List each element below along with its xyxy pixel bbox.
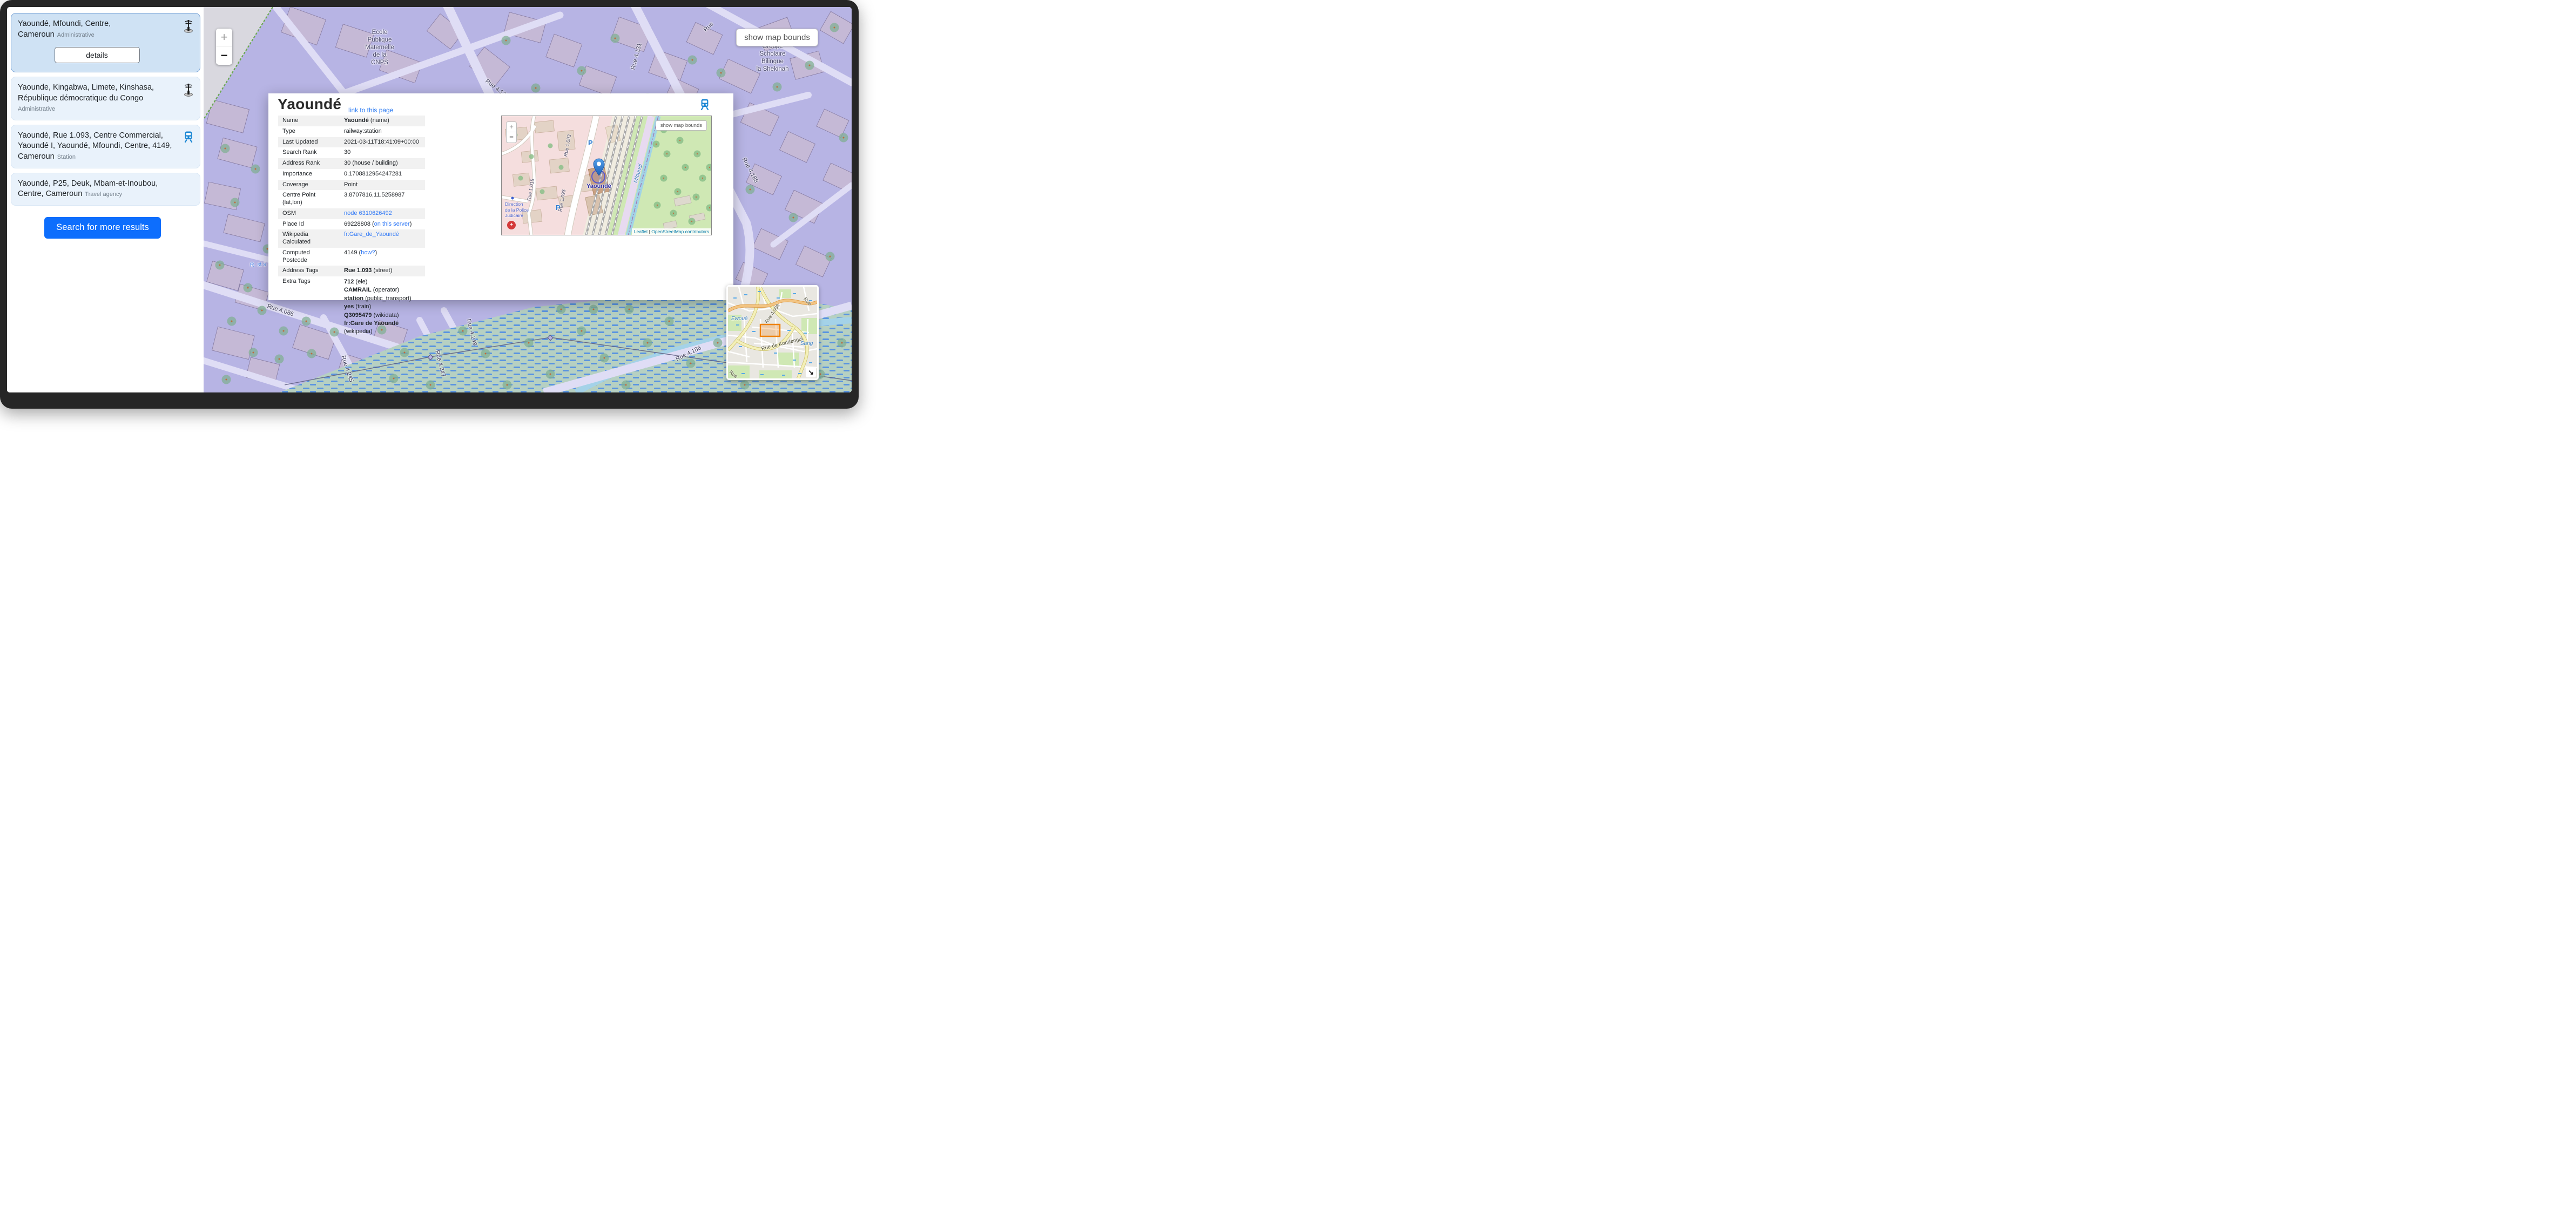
result-card-1[interactable]: Yaoundé, Mfoundi, Centre, CamerounAdmini… — [11, 13, 200, 72]
extra-tag: station (public_transport) — [344, 295, 421, 303]
extra-tag: fr:Gare de Yaoundé (wikipedia) — [344, 320, 421, 336]
table-row: CoveragePoint — [278, 180, 425, 191]
table-row: NameYaoundé (name) — [278, 116, 425, 126]
result-type: Station — [57, 154, 76, 160]
popup-title: Yaoundé — [278, 96, 341, 113]
marker-label: Yaoundé — [583, 183, 615, 189]
search-more-button[interactable]: Search for more results — [44, 217, 161, 239]
train-icon — [699, 98, 711, 112]
show-map-bounds-button[interactable]: show map bounds — [736, 29, 818, 46]
table-row: Centre Point (lat,lon)3.8707816,11.52589… — [278, 190, 425, 208]
mini-map-canvas — [502, 116, 712, 235]
mini-zoom-out-button[interactable]: − — [507, 132, 516, 143]
result-card-4[interactable]: Yaoundé, P25, Deuk, Mbam-et-Inoubou, Cen… — [11, 173, 200, 206]
wikipedia-link[interactable]: fr:Gare_de_Yaoundé — [344, 231, 399, 238]
parking-icon: P — [588, 139, 593, 147]
table-row: Place Id69228808 (on this server) — [278, 219, 425, 230]
browser-frame: Yaoundé, Mfoundi, Centre, CamerounAdmini… — [0, 0, 859, 409]
minimap-toggle-arrow-icon[interactable]: ↘ — [806, 367, 816, 377]
monument-icon — [183, 19, 194, 33]
train-icon — [183, 131, 194, 145]
extra-tag: yes (train) — [344, 303, 421, 311]
mini-show-map-bounds-button[interactable]: show map bounds — [656, 120, 707, 131]
details-table: NameYaoundé (name) Typerailway:station L… — [278, 116, 425, 338]
on-this-server-link[interactable]: on this server — [374, 221, 410, 227]
result-type: Administrative — [57, 32, 95, 38]
extra-tag: Q3095479 (wikidata) — [344, 311, 421, 320]
mini-zoom-in-button[interactable]: + — [507, 122, 516, 132]
map-attribution: Leaflet | OpenStreetMap contributors — [632, 228, 711, 235]
table-row: Last Updated2021-03-11T18:41:09+00:00 — [278, 137, 425, 148]
marker-pin-icon — [592, 158, 605, 177]
result-card-2[interactable]: Yaounde, Kingabwa, Limete, Kinshasa, Rép… — [11, 77, 200, 120]
table-row: Address Rank30 (house / building) — [278, 158, 425, 169]
table-row: Extra Tags 712 (ele) CAMRAIL (operator) … — [278, 276, 425, 338]
table-row: Wikipedia Calculatedfr:Gare_de_Yaoundé — [278, 229, 425, 248]
overview-canvas — [728, 287, 817, 378]
overview-minimap[interactable]: Ewoué Rue 4.098 Rue de Kondengui Sang Ru… — [726, 285, 819, 380]
extra-tag: 712 (ele) — [344, 278, 421, 286]
hospital-icon: + — [507, 221, 516, 229]
postcode-how-link[interactable]: how? — [361, 249, 375, 256]
result-type: Travel agency — [85, 191, 122, 198]
mini-label-direction-police: Direction de la Police Judicaire — [505, 201, 529, 219]
table-row: Search Rank30 — [278, 147, 425, 158]
leaflet-link[interactable]: Leaflet — [634, 229, 648, 234]
table-row: Importance0.1708812954247281 — [278, 169, 425, 180]
monument-icon — [183, 83, 194, 97]
osm-node-link[interactable]: node 6310626492 — [344, 210, 392, 216]
main-map[interactable]: Ecole Publique Maternelle de la CNPS Gro… — [204, 7, 852, 392]
table-row: Address TagsRue 1.093 (street) — [278, 266, 425, 276]
zoom-control: + − — [216, 29, 232, 65]
detail-popup: Yaoundé link to this page NameYaoundé (n… — [268, 93, 733, 300]
link-to-this-page[interactable]: link to this page — [348, 106, 393, 114]
popup-mini-map[interactable]: Rue 1.093 Rue 1.093 Rue 1.015 Mfoundi P … — [501, 116, 712, 235]
details-button[interactable]: details — [55, 47, 140, 63]
mini-zoom-control: + − — [506, 121, 517, 143]
osm-contributors-link[interactable]: OpenStreetMap contributors — [651, 229, 709, 234]
result-name: Yaoundé, Rue 1.093, Centre Commercial, Y… — [18, 131, 172, 161]
result-name: Yaounde, Kingabwa, Limete, Kinshasa, Rép… — [18, 83, 154, 103]
nominatim-app: Yaoundé, Mfoundi, Centre, CamerounAdmini… — [7, 7, 852, 392]
result-type: Administrative — [18, 106, 55, 112]
results-sidebar: Yaoundé, Mfoundi, Centre, CamerounAdmini… — [7, 7, 204, 392]
screenshot: Yaoundé, Mfoundi, Centre, CamerounAdmini… — [0, 0, 859, 409]
table-row: Computed Postcode4149 (how?) — [278, 248, 425, 266]
table-row: Typerailway:station — [278, 126, 425, 137]
zoom-out-button[interactable]: − — [216, 46, 232, 64]
extra-tag: CAMRAIL (operator) — [344, 286, 421, 294]
zoom-in-button[interactable]: + — [216, 29, 232, 46]
table-row: OSMnode 6310626492 — [278, 208, 425, 219]
parking-icon: P — [556, 204, 561, 212]
result-card-3[interactable]: Yaoundé, Rue 1.093, Centre Commercial, Y… — [11, 125, 200, 168]
